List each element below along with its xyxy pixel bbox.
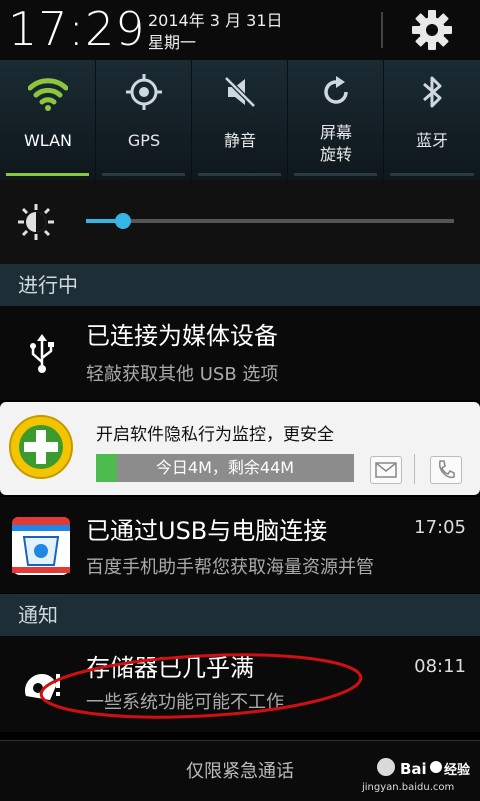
clock: 17:29	[8, 2, 146, 56]
notification-security[interactable]: 开启软件隐私行为监控，更安全 今日4M，剩余44M	[0, 402, 480, 495]
call-button[interactable]	[430, 456, 462, 484]
toggle-label-line: 旋转	[319, 145, 352, 164]
date: 2014年 3 月 31日 星期一	[148, 10, 283, 54]
section-header-notifications: 通知	[0, 594, 480, 636]
notification-storage[interactable]: 存储器已几乎满 08:11 一些系统功能可能不工作	[0, 636, 480, 732]
toggle-bluetooth[interactable]: 蓝牙	[384, 60, 480, 180]
wifi-icon	[28, 78, 68, 111]
weekday-text: 星期一	[148, 33, 197, 52]
notification-subtitle: 一些系统功能可能不工作	[86, 692, 284, 713]
mail-icon	[375, 462, 397, 478]
toggle-label: 蓝牙	[415, 131, 448, 150]
gear-icon[interactable]	[408, 8, 456, 52]
svg-text:经验: 经验	[444, 762, 471, 778]
storage-warning-icon	[24, 674, 60, 700]
toggle-rotate[interactable]: 屏幕 旋转	[288, 60, 384, 180]
baidu-assistant-app-icon	[12, 517, 70, 575]
toggle-label: GPS	[127, 131, 161, 150]
phone-icon	[438, 460, 455, 479]
notification-time: 17:05	[414, 517, 466, 538]
mute-icon	[224, 76, 256, 108]
toggle-label: 静音	[223, 131, 256, 150]
gps-icon	[126, 74, 162, 110]
brightness-icon	[18, 204, 54, 240]
brightness-slider[interactable]	[86, 219, 454, 223]
toggle-label: 屏幕 旋转	[288, 122, 384, 166]
notification-usb[interactable]: 已连接为媒体设备 轻敲获取其他 USB 选项	[0, 306, 480, 400]
toggle-label-line: 屏幕	[319, 123, 352, 142]
notification-title: 开启软件隐私行为监控，更安全	[96, 425, 334, 445]
notification-title: 存储器已几乎满	[86, 654, 254, 682]
svg-text:Bai: Bai	[400, 760, 427, 778]
notification-baidu[interactable]: 已通过USB与电脑连接 17:05 百度手机助手帮您获取海量资源并管	[0, 497, 480, 593]
notification-subtitle: 百度手机助手帮您获取海量资源并管	[86, 557, 374, 578]
security-plus-logo-icon	[9, 415, 73, 479]
toggle-indicator	[390, 173, 474, 176]
section-header-ongoing: 进行中	[0, 264, 480, 306]
toggle-gps[interactable]: GPS	[96, 60, 192, 180]
toggle-indicator	[294, 173, 377, 176]
bluetooth-icon	[423, 76, 442, 108]
notification-title: 已通过USB与电脑连接	[86, 517, 328, 545]
toggle-indicator	[6, 173, 89, 176]
notification-title: 已连接为媒体设备	[86, 322, 278, 350]
toggle-indicator	[198, 173, 281, 176]
quick-settings: WLAN GPS 静音 屏幕 旋转 蓝牙	[0, 60, 480, 180]
notification-time: 08:11	[414, 656, 466, 677]
mail-button[interactable]	[370, 456, 402, 484]
usb-icon	[30, 334, 54, 373]
status-bar: 17:29 2014年 3 月 31日 星期一	[0, 0, 480, 60]
toggle-mute[interactable]: 静音	[192, 60, 288, 180]
toggle-wlan[interactable]: WLAN	[0, 60, 96, 180]
toggle-indicator	[102, 173, 185, 176]
brightness-slider-handle[interactable]	[114, 213, 131, 229]
toggle-label: WLAN	[23, 131, 72, 150]
divider	[381, 12, 383, 48]
notification-subtitle: 轻敲获取其他 USB 选项	[86, 364, 279, 385]
divider	[414, 454, 415, 484]
date-text: 2014年 3 月 31日	[148, 11, 283, 30]
data-usage-text: 今日4M，剩余44M	[155, 458, 295, 477]
data-usage-bar: 今日4M，剩余44M	[96, 454, 354, 482]
rotate-icon	[324, 76, 348, 104]
watermark-url: jingyan.baidu.com	[362, 782, 455, 793]
